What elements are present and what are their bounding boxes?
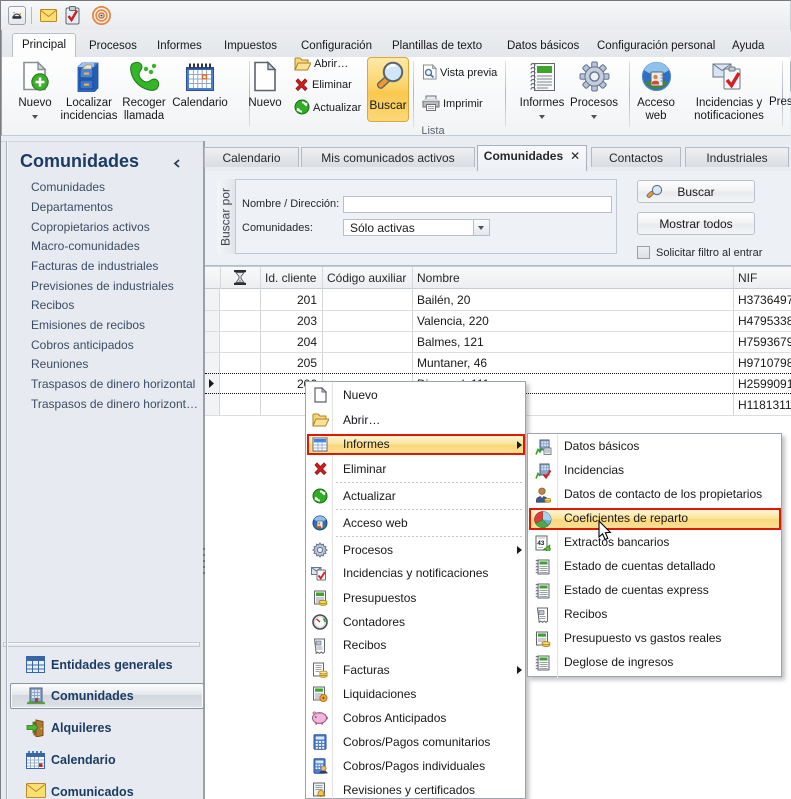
svg-text:43: 43 bbox=[537, 540, 545, 547]
